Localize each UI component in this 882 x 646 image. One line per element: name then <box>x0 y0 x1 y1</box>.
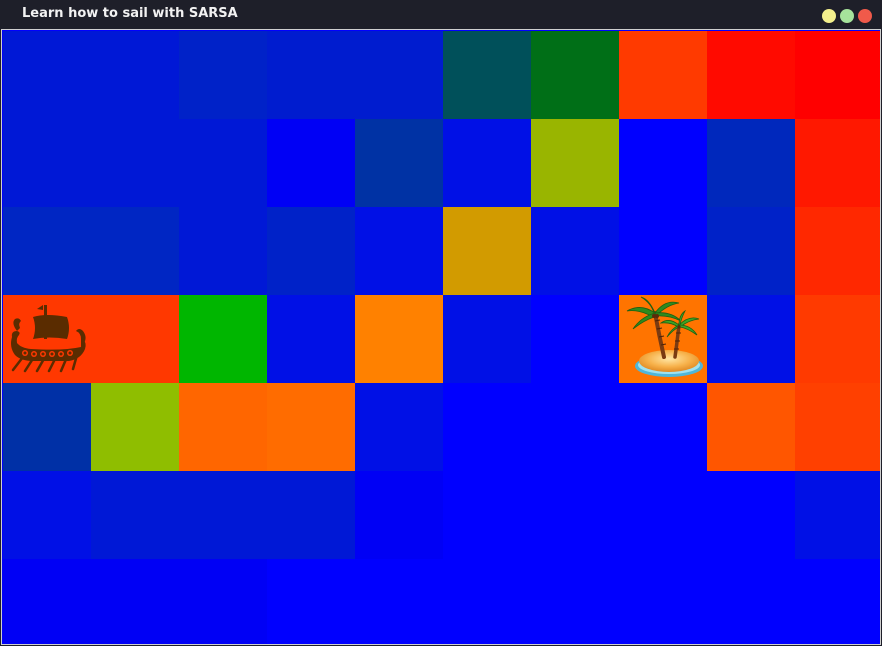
grid-cell-r5-c7 <box>619 471 707 559</box>
game-canvas[interactable] <box>1 29 881 645</box>
grid-cell-r3-c6 <box>531 295 619 383</box>
grid-cell-r4-c6 <box>531 383 619 471</box>
grid-cell-r2-c3 <box>267 207 355 295</box>
grid-cell-r6-c1 <box>91 559 179 644</box>
grid-cell-r2-c8 <box>707 207 795 295</box>
grid-cell-r4-c8 <box>707 383 795 471</box>
grid-cell-r4-c1 <box>91 383 179 471</box>
grid-cell-r4-c5 <box>443 383 531 471</box>
grid-cell-r1-c5 <box>443 119 531 207</box>
grid-cell-r5-c6 <box>531 471 619 559</box>
grid-cell-r6-c9 <box>795 559 880 644</box>
grid-cell-r5-c0 <box>3 471 91 559</box>
grid-cell-r1-c4 <box>355 119 443 207</box>
grid-cell-r2-c2 <box>179 207 267 295</box>
grid-cell-r3-c0 <box>3 295 91 383</box>
grid-cell-r5-c3 <box>267 471 355 559</box>
maximize-button[interactable] <box>840 9 854 23</box>
grid-cell-r2-c1 <box>91 207 179 295</box>
minimize-button[interactable] <box>822 9 836 23</box>
close-button[interactable] <box>858 9 872 23</box>
grid-cell-r3-c2 <box>179 295 267 383</box>
grid-cell-r6-c2 <box>179 559 267 644</box>
grid-cell-r3-c3 <box>267 295 355 383</box>
grid-cell-r4-c0 <box>3 383 91 471</box>
viking-ship-icon <box>11 305 86 373</box>
grid-cell-r4-c4 <box>355 383 443 471</box>
grid-cell-r2-c4 <box>355 207 443 295</box>
grid-cell-r0-c6 <box>531 31 619 119</box>
sailing-grid <box>3 31 880 644</box>
grid-cell-r2-c5 <box>443 207 531 295</box>
grid-cell-r1-c8 <box>707 119 795 207</box>
grid-cell-r0-c2 <box>179 31 267 119</box>
grid-cell-r0-c7 <box>619 31 707 119</box>
grid-cell-r5-c5 <box>443 471 531 559</box>
grid-cell-r1-c1 <box>91 119 179 207</box>
grid-cell-r3-c7 <box>619 295 707 383</box>
grid-cell-r0-c3 <box>267 31 355 119</box>
grid-cell-r4-c2 <box>179 383 267 471</box>
grid-cell-r6-c4 <box>355 559 443 644</box>
title-bar[interactable]: Learn how to sail with SARSA <box>0 0 882 29</box>
grid-cell-r4-c7 <box>619 383 707 471</box>
grid-cell-r5-c9 <box>795 471 880 559</box>
grid-cell-r3-c9 <box>795 295 880 383</box>
grid-cell-r1-c6 <box>531 119 619 207</box>
grid-cell-r4-c9 <box>795 383 880 471</box>
grid-cell-r1-c9 <box>795 119 880 207</box>
grid-cell-r3-c4 <box>355 295 443 383</box>
grid-cell-r4-c3 <box>267 383 355 471</box>
window-controls <box>822 9 872 23</box>
grid-cell-r1-c7 <box>619 119 707 207</box>
grid-cell-r5-c1 <box>91 471 179 559</box>
grid-cell-r6-c8 <box>707 559 795 644</box>
grid-cell-r1-c2 <box>179 119 267 207</box>
palm-island-icon <box>626 296 703 377</box>
grid-cell-r3-c8 <box>707 295 795 383</box>
grid-cell-r2-c9 <box>795 207 880 295</box>
grid-cell-r2-c0 <box>3 207 91 295</box>
grid-cell-r0-c8 <box>707 31 795 119</box>
grid-cell-r6-c0 <box>3 559 91 644</box>
grid-cell-r5-c8 <box>707 471 795 559</box>
grid-cell-r0-c4 <box>355 31 443 119</box>
grid-cell-r2-c6 <box>531 207 619 295</box>
grid-cell-r0-c1 <box>91 31 179 119</box>
grid-cell-r3-c5 <box>443 295 531 383</box>
grid-cell-r0-c9 <box>795 31 880 119</box>
app-window: Learn how to sail with SARSA <box>0 0 882 646</box>
grid-cell-r5-c4 <box>355 471 443 559</box>
grid-cell-r6-c3 <box>267 559 355 644</box>
grid-cell-r6-c6 <box>531 559 619 644</box>
grid-cell-r2-c7 <box>619 207 707 295</box>
grid-cell-r6-c5 <box>443 559 531 644</box>
grid-cell-r5-c2 <box>179 471 267 559</box>
window-title: Learn how to sail with SARSA <box>22 6 238 21</box>
grid-cell-r0-c0 <box>3 31 91 119</box>
grid-cell-r1-c3 <box>267 119 355 207</box>
grid-cell-r6-c7 <box>619 559 707 644</box>
grid-cell-r1-c0 <box>3 119 91 207</box>
grid-cell-r3-c1 <box>91 295 179 383</box>
grid-cell-r0-c5 <box>443 31 531 119</box>
